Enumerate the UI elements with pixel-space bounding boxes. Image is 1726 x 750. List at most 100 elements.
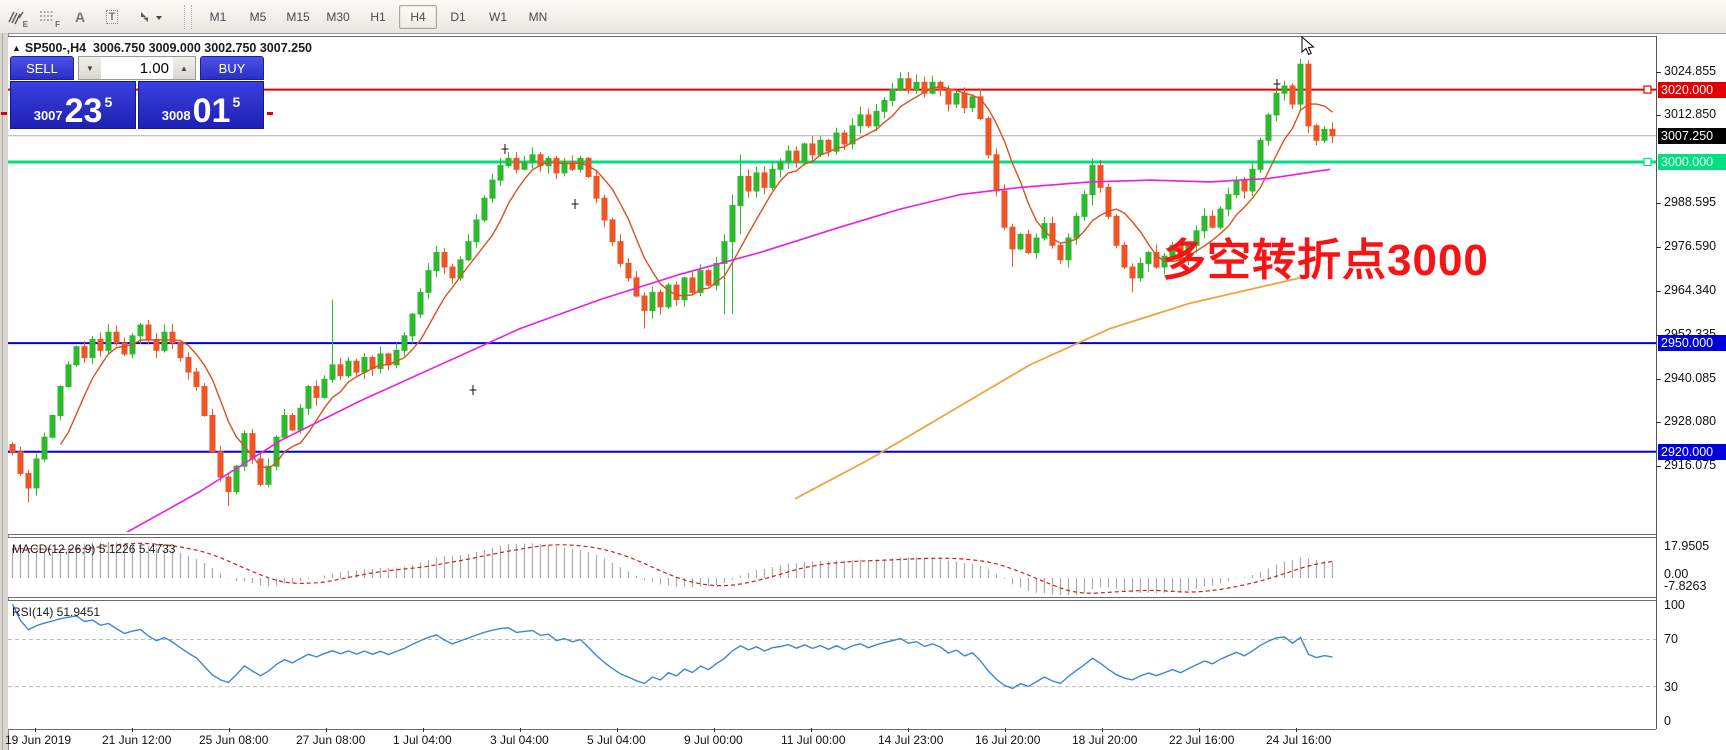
price-tick-label: 2916.075 xyxy=(1664,458,1716,472)
price-tick-mark xyxy=(1656,422,1661,423)
time-tick-label: 16 Jul 20:00 xyxy=(975,733,1040,747)
draw-fibo-icon[interactable]: F xyxy=(34,4,62,30)
time-tick-label: 1 Jul 04:00 xyxy=(393,733,452,747)
time-tick-label: 24 Jul 16:00 xyxy=(1266,733,1331,747)
time-tick-mark xyxy=(811,728,812,732)
time-tick-label: 3 Jul 04:00 xyxy=(490,733,549,747)
buy-button[interactable]: BUY xyxy=(200,56,264,80)
price-badge: 2950.000 xyxy=(1658,335,1726,351)
text-box-tool-icon[interactable]: T xyxy=(98,4,126,30)
price-tick-label: 2976.590 xyxy=(1664,239,1716,253)
chart-title: ▲ SP500-,H4 3006.750 3009.000 3002.750 30… xyxy=(12,41,312,55)
time-tick-mark xyxy=(908,728,909,732)
volume-increase-button[interactable]: ▲ xyxy=(173,57,195,79)
rsi-panel[interactable] xyxy=(8,600,1656,730)
price-tick-mark xyxy=(1656,203,1661,204)
time-tick-mark xyxy=(1199,728,1200,732)
collapse-triangle-icon[interactable]: ▲ xyxy=(12,43,21,53)
time-tick-mark xyxy=(1005,728,1006,732)
rsi-axis-label: 100 xyxy=(1664,598,1685,612)
rsi-label: RSI(14) 51.9451 xyxy=(12,605,100,619)
price-tick-label: 2988.595 xyxy=(1664,195,1716,209)
price-badge: 2920.000 xyxy=(1658,444,1726,460)
bid-edge-marker xyxy=(1,112,7,115)
timeframe-button-w1[interactable]: W1 xyxy=(479,5,517,29)
ohlc-values: 3006.750 3009.000 3002.750 3007.250 xyxy=(93,41,312,55)
time-tick-label: 21 Jun 12:00 xyxy=(102,733,171,747)
timeframe-button-h1[interactable]: H1 xyxy=(359,5,397,29)
sell-price-big: 23 xyxy=(65,96,103,126)
time-tick-label: 27 Jun 08:00 xyxy=(296,733,365,747)
time-tick-mark xyxy=(714,728,715,732)
arrow-tool-icon[interactable] xyxy=(130,4,172,30)
volume-stepper: ▼ ▲ xyxy=(78,56,196,80)
time-tick-mark xyxy=(520,728,521,732)
timeframe-button-m5[interactable]: M5 xyxy=(239,5,277,29)
rsi-axis-label: 30 xyxy=(1664,680,1678,694)
time-tick-label: 9 Jul 00:00 xyxy=(684,733,743,747)
price-tick-label: 2964.340 xyxy=(1664,283,1716,297)
timeframe-button-d1[interactable]: D1 xyxy=(439,5,477,29)
time-tick-mark xyxy=(229,728,230,732)
time-tick-label: 14 Jul 23:00 xyxy=(878,733,943,747)
price-tick-label: 2940.085 xyxy=(1664,371,1716,385)
text-tool-icon[interactable]: A xyxy=(66,4,94,30)
chart-toolbar: E F A T M1M5M15M30H1H4D1W1MN xyxy=(0,0,1726,34)
price-axis-divider xyxy=(1656,36,1657,729)
price-tick-mark xyxy=(1656,466,1661,467)
price-tick-label: 3012.850 xyxy=(1664,107,1716,121)
buy-price-sup: 5 xyxy=(232,94,240,110)
rsi-axis-label: 70 xyxy=(1664,632,1678,646)
macd-label: MACD(12,26,9) 5.1226 5.4733 xyxy=(12,542,175,556)
time-tick-mark xyxy=(617,728,618,732)
price-tick-label: 3024.855 xyxy=(1664,64,1716,78)
arrows-glyph-icon xyxy=(136,9,166,25)
rsi-axis-label: 0 xyxy=(1664,714,1671,728)
timeframe-button-m15[interactable]: M15 xyxy=(279,5,317,29)
buy-price-handle: 3008 xyxy=(162,108,191,123)
timeframe-buttons: M1M5M15M30H1H4D1W1MN xyxy=(198,5,558,29)
time-tick-mark xyxy=(423,728,424,732)
price-tick-mark xyxy=(1656,379,1661,380)
time-tick-label: 11 Jul 00:00 xyxy=(781,733,846,747)
chart-annotation-text: 多空转折点3000 xyxy=(1162,224,1489,288)
draw-study-icon[interactable]: E xyxy=(2,4,30,30)
time-tick-label: 19 Jun 2019 xyxy=(5,733,71,747)
timeframe-button-mn[interactable]: MN xyxy=(519,5,557,29)
macd-axis-label: 17.9505 xyxy=(1664,539,1709,553)
price-tick-mark xyxy=(1656,72,1661,73)
time-tick-mark xyxy=(1296,728,1297,732)
price-badge: 3020.000 xyxy=(1658,82,1726,98)
timeframe-button-h4[interactable]: H4 xyxy=(399,5,437,29)
time-tick-mark xyxy=(326,728,327,732)
tool-badge-f: F xyxy=(55,20,60,29)
volume-decrease-button[interactable]: ▼ xyxy=(79,57,101,79)
price-badge: 3000.000 xyxy=(1658,154,1726,170)
time-tick-mark xyxy=(132,728,133,732)
toolbar-separator xyxy=(184,5,192,29)
price-badge: 3007.250 xyxy=(1658,128,1726,144)
time-tick-label: 22 Jul 16:00 xyxy=(1169,733,1234,747)
sell-price-handle: 3007 xyxy=(34,108,63,123)
macd-axis-label: -7.8263 xyxy=(1664,579,1706,593)
buy-price-big: 01 xyxy=(193,96,231,126)
sell-price-display[interactable]: 3007 23 5 xyxy=(10,81,136,129)
timeframe-button-m1[interactable]: M1 xyxy=(199,5,237,29)
trading-terminal-window: E F A T M1M5M15M30H1H4D1W1MN xyxy=(0,0,1726,750)
timeframe-button-m30[interactable]: M30 xyxy=(319,5,357,29)
sell-price-sup: 5 xyxy=(104,94,112,110)
time-tick-label: 18 Jul 20:00 xyxy=(1072,733,1137,747)
price-tick-mark xyxy=(1656,247,1661,248)
ask-edge-marker xyxy=(267,112,273,115)
macd-panel[interactable] xyxy=(8,537,1656,598)
price-tick-mark xyxy=(1656,291,1661,292)
mouse-cursor xyxy=(1301,36,1315,56)
price-tick-label: 2928.080 xyxy=(1664,414,1716,428)
buy-price-display[interactable]: 3008 01 5 xyxy=(138,81,264,129)
time-tick-mark xyxy=(35,728,36,732)
price-tick-mark xyxy=(1656,115,1661,116)
one-click-trading-widget: SELL ▼ ▲ BUY 3007 23 5 3008 01 5 xyxy=(10,56,264,129)
symbol-period-label: SP500-,H4 xyxy=(25,41,86,55)
sell-button[interactable]: SELL xyxy=(10,56,74,80)
volume-input[interactable] xyxy=(101,57,173,79)
